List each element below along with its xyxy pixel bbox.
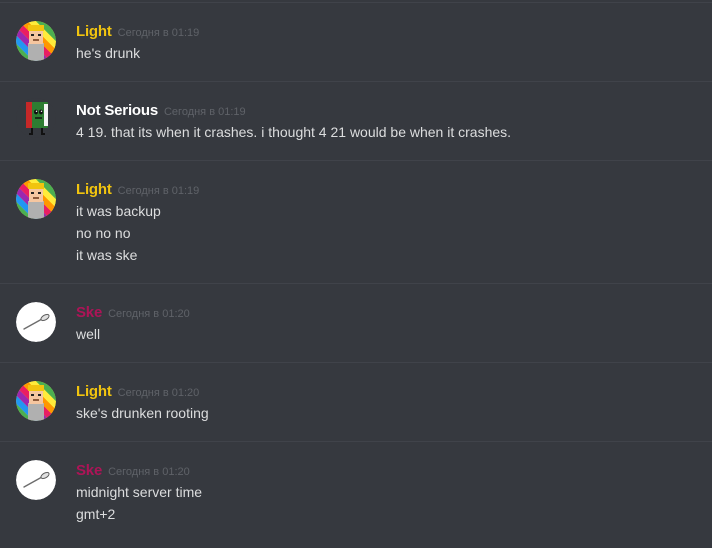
message-group: Light Сегодня в 01:19 he's drunk	[0, 2, 712, 81]
message-text: ske's drunken rooting	[76, 405, 209, 421]
author-name[interactable]: Light	[76, 23, 112, 40]
message-timestamp: Сегодня в 01:19	[163, 106, 246, 118]
message-text: well	[76, 326, 101, 342]
message-content: ske's drunken rooting	[76, 402, 209, 424]
message-header: Light Сегодня в 01:19	[76, 23, 199, 42]
message-timestamp: Сегодня в 01:19	[117, 27, 200, 39]
message-content: well	[76, 323, 100, 345]
message-content: 4 19. that its when it crashes. i though…	[76, 121, 511, 143]
message-group: Not Serious Сегодня в 01:19 4 19. that it…	[0, 81, 712, 160]
message-group: Ske Сегодня в 01:20 midnight server time …	[0, 441, 712, 542]
message-timestamp: Сегодня в 01:19	[117, 185, 200, 197]
message-timestamp: Сегодня в 01:20	[108, 466, 190, 478]
author-name[interactable]: Light	[76, 383, 112, 400]
message-content: he's drunk	[76, 42, 140, 64]
message-text: he's drunk	[76, 45, 141, 61]
message-text: gmt+2	[76, 506, 116, 522]
message-text: it was ske	[76, 247, 138, 263]
message-text: no no no	[76, 225, 131, 241]
message-header: Ske Сегодня в 01:20	[76, 304, 190, 323]
message-header: Light Сегодня в 01:19	[76, 181, 199, 200]
rainbow-striped-cartoon-avatar-icon[interactable]	[16, 381, 56, 421]
message-header: Light Сегодня в 01:20	[76, 383, 199, 402]
message-content: it was backup no no no it was ske	[76, 200, 161, 266]
green-book-character-avatar-icon[interactable]	[16, 98, 56, 138]
author-name[interactable]: Not Serious	[76, 102, 158, 119]
message-timestamp: Сегодня в 01:20	[117, 387, 200, 399]
message-header: Not Serious Сегодня в 01:19	[76, 102, 246, 121]
message-timestamp: Сегодня в 01:20	[108, 308, 190, 320]
spoon-avatar-icon[interactable]	[16, 460, 56, 500]
message-text: 4 19. that its when it crashes. i though…	[76, 124, 512, 140]
message-group: Ske Сегодня в 01:20 well	[0, 283, 712, 362]
rainbow-striped-cartoon-avatar-icon[interactable]	[16, 179, 56, 219]
chat-messages: Light Сегодня в 01:19 he's drunk Not Ser…	[0, 0, 712, 548]
spoon-avatar-icon[interactable]	[16, 302, 56, 342]
message-text: it was backup	[76, 203, 161, 219]
message-group: Light Сегодня в 01:19 it was backup no no…	[0, 160, 712, 283]
message-content: midnight server time gmt+2	[76, 481, 202, 525]
author-name[interactable]: Ske	[76, 462, 102, 479]
author-name[interactable]: Light	[76, 181, 112, 198]
rainbow-striped-cartoon-avatar-icon[interactable]	[16, 21, 56, 61]
message-text: midnight server time	[76, 484, 203, 500]
author-name[interactable]: Ske	[76, 304, 102, 321]
message-group: Light Сегодня в 01:20 ske's drunken rooti…	[0, 362, 712, 441]
message-header: Ske Сегодня в 01:20	[76, 462, 190, 481]
